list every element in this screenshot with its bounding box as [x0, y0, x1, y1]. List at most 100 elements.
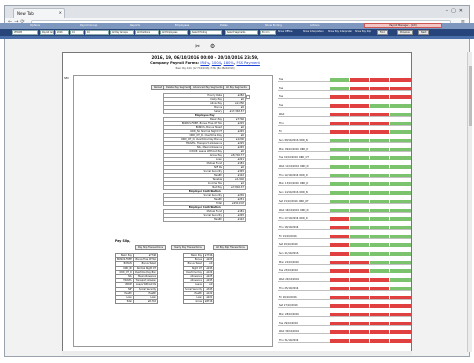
status-cell[interactable] [390, 147, 411, 152]
status-cell[interactable] [330, 165, 349, 169]
status-cell[interactable] [330, 252, 349, 256]
payslip-transactions-button[interactable]: Pay Slip Transactions [135, 245, 167, 250]
status-cell[interactable] [350, 130, 369, 134]
yearly-transactions-button[interactable]: Yearly Pay Transactions [171, 245, 205, 250]
status-cell[interactable] [350, 138, 369, 143]
day-row[interactable]: Tue [278, 78, 411, 82]
status-cell[interactable] [370, 95, 389, 99]
status-cell[interactable] [370, 269, 389, 273]
day-row[interactable]: Thu12/10/2016ORD_D [278, 173, 411, 178]
day-row[interactable]: Sun14/10/2016ORD_N [278, 191, 411, 196]
day-row[interactable]: Mon28/10/2016 [278, 312, 411, 317]
status-cell[interactable] [370, 234, 389, 239]
status-cell[interactable] [390, 208, 411, 212]
close-tab-icon[interactable]: × [59, 10, 62, 15]
status-cell[interactable] [350, 217, 369, 221]
status-cell[interactable] [350, 208, 369, 212]
status-cell[interactable] [370, 156, 389, 160]
filter-select[interactable]: 2016 [55, 30, 69, 35]
status-cell[interactable] [390, 78, 411, 82]
day-row[interactable]: Mon13/10/2016ORD_D [278, 182, 411, 187]
status-cell[interactable] [350, 173, 369, 178]
status-cell[interactable] [370, 86, 389, 91]
horizontal-scrollbar[interactable] [62, 351, 412, 355]
status-cell[interactable] [330, 173, 349, 178]
status-cell[interactable] [370, 199, 389, 204]
status-cell[interactable] [330, 191, 349, 195]
status-cell[interactable] [370, 191, 389, 195]
view-tools-icon[interactable]: ✂ ⚙ [195, 43, 219, 50]
day-row[interactable]: Mon22/10/2016 [278, 260, 411, 265]
status-cell[interactable] [350, 78, 369, 82]
status-cell[interactable] [330, 199, 349, 204]
status-cell[interactable] [350, 225, 369, 230]
status-cell[interactable] [330, 234, 349, 239]
day-row[interactable]: Tue29/10/2016 [278, 321, 411, 326]
day-row[interactable]: Wed24/10/2016 [278, 278, 411, 283]
day-row[interactable]: Sat20/10/2016 [278, 243, 411, 248]
browser-tab[interactable]: New Tab × [13, 8, 65, 18]
status-cell[interactable] [370, 78, 389, 82]
status-cell[interactable] [330, 208, 349, 212]
status-cell[interactable] [390, 225, 411, 230]
status-cell[interactable] [390, 295, 411, 299]
filter-select[interactable]: VECOM [12, 30, 38, 35]
status-cell[interactable] [350, 86, 369, 91]
status-cell[interactable] [390, 269, 411, 273]
status-cell[interactable] [330, 339, 349, 343]
filter-checkbox[interactable]: Show Interpreters [303, 30, 324, 33]
status-cell[interactable] [370, 243, 389, 247]
day-row[interactable]: Thu18/10/2016 [278, 225, 411, 230]
status-cell[interactable] [330, 243, 349, 247]
status-cell[interactable] [370, 217, 389, 221]
status-cell[interactable] [330, 286, 349, 291]
status-cell[interactable] [330, 304, 349, 308]
day-row[interactable]: Tue [278, 104, 411, 109]
day-row[interactable]: Sat15/10/2016ORD_OT [278, 199, 411, 204]
status-cell[interactable] [390, 252, 411, 256]
status-cell[interactable] [330, 225, 349, 230]
status-cell[interactable] [350, 321, 369, 326]
status-cell[interactable] [350, 278, 369, 282]
filter-select[interactable]: Payroll Group [40, 30, 54, 35]
status-cell[interactable] [370, 112, 389, 117]
status-cell[interactable] [390, 112, 411, 117]
status-cell[interactable] [350, 199, 369, 204]
status-cell[interactable] [390, 138, 411, 143]
status-cell[interactable] [370, 130, 389, 134]
day-row[interactable]: Sat27/10/2016 [278, 304, 411, 309]
filter-checkbox[interactable]: Show Offline [278, 30, 292, 33]
status-cell[interactable] [350, 191, 369, 195]
status-cell[interactable] [330, 86, 349, 91]
status-cell[interactable] [330, 269, 349, 273]
status-cell[interactable] [370, 339, 389, 343]
day-row[interactable]: Fri [278, 130, 411, 135]
filter-checkbox[interactable]: Show Pay Interpreter [328, 30, 352, 33]
status-cell[interactable] [390, 182, 411, 186]
status-cell[interactable] [330, 312, 349, 317]
filter-select[interactable]: All Employees [160, 30, 188, 35]
status-cell[interactable] [350, 330, 369, 334]
status-cell[interactable] [330, 130, 349, 134]
status-cell[interactable] [350, 234, 369, 239]
status-cell[interactable] [330, 278, 349, 282]
status-cell[interactable] [330, 182, 349, 186]
filter-checkbox[interactable]: Show Pay Slip [355, 30, 371, 33]
status-cell[interactable] [370, 182, 389, 186]
status-cell[interactable] [370, 121, 389, 125]
link-180[interactable]: 180% [224, 61, 234, 65]
status-cell[interactable] [390, 156, 411, 160]
status-cell[interactable] [370, 286, 389, 291]
status-cell[interactable] [390, 104, 411, 108]
day-row[interactable]: Thu25/10/2016 [278, 286, 411, 291]
toolbar-button[interactable]: Previous [397, 30, 413, 35]
status-cell[interactable] [370, 147, 389, 152]
day-row[interactable]: Sun08/10/2016ORD_N [278, 138, 411, 143]
status-cell[interactable] [370, 104, 389, 108]
status-cell[interactable] [350, 121, 369, 125]
status-cell[interactable] [370, 295, 389, 299]
status-cell[interactable] [350, 286, 369, 291]
status-cell[interactable] [390, 95, 411, 99]
status-cell[interactable] [350, 304, 369, 308]
status-cell[interactable] [330, 78, 349, 82]
